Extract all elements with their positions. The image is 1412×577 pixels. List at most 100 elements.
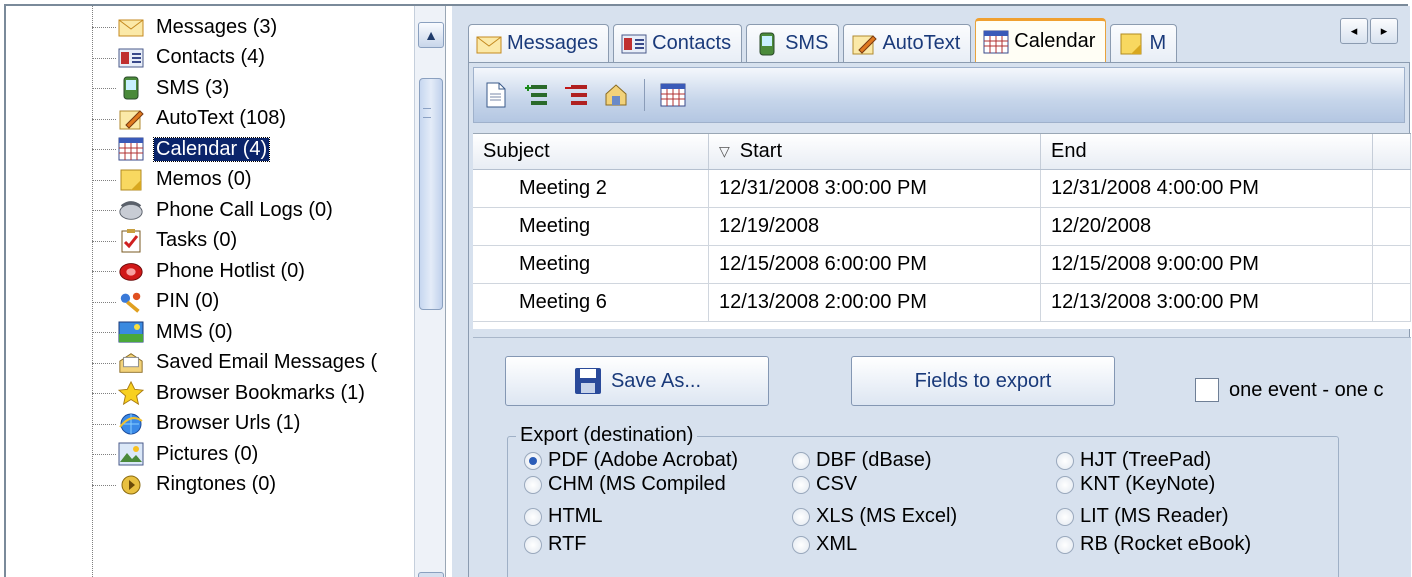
scroll-up-button[interactable]: ▲: [418, 22, 444, 48]
tree-item-label: Pictures (0): [156, 442, 259, 465]
save-as-button[interactable]: Save As...: [505, 356, 769, 406]
table-row[interactable]: Meeting 12/19/2008 12/20/2008: [473, 208, 1411, 246]
column-header-start[interactable]: ▽ Start: [709, 134, 1041, 169]
export-option-rtf[interactable]: RTF: [524, 533, 587, 556]
calendar-icon: [118, 137, 144, 161]
tree-item-label: Saved Email Messages (: [156, 351, 378, 374]
tree-item-label: Messages (3): [156, 15, 278, 38]
export-option-dbf[interactable]: DBF (dBase): [792, 449, 932, 472]
calendar-icon: [982, 30, 1010, 54]
export-option-label: CHM (MS Compiled: [548, 473, 726, 495]
export-option-pdf[interactable]: PDF (Adobe Acrobat): [524, 449, 738, 472]
tree-item-label: PIN (0): [156, 290, 220, 313]
properties-button[interactable]: [602, 80, 630, 110]
add-record-button[interactable]: [522, 80, 550, 110]
export-option-lit[interactable]: LIT (MS Reader): [1056, 505, 1229, 528]
tab-messages[interactable]: Messages: [468, 24, 610, 62]
tab-m[interactable]: M: [1110, 24, 1178, 62]
export-panel: Save As... Fields to export one event - …: [473, 337, 1411, 577]
column-header-subject[interactable]: Subject: [473, 134, 709, 169]
export-option-rb[interactable]: RB (Rocket eBook): [1056, 533, 1251, 556]
cell-subject: Meeting: [473, 246, 709, 283]
tab-label: M: [1149, 32, 1167, 54]
export-destination-group: Export (destination) PDF (Adobe Acrobat)…: [507, 424, 1339, 577]
delete-record-button[interactable]: [562, 80, 590, 110]
export-option-knt[interactable]: KNT (KeyNote): [1056, 473, 1215, 496]
tree-item-messages[interactable]: Messages (3): [6, 12, 414, 43]
tree-item-browser-urls[interactable]: Browser Urls (1): [6, 409, 414, 440]
app-window: Messages (3) Contacts (4) SMS (3) AutoText …: [4, 4, 1411, 577]
tree-item-label: Ringtones (0): [156, 473, 277, 496]
contact-card-icon: [620, 32, 648, 56]
cell-end: 12/31/2008 4:00:00 PM: [1041, 170, 1373, 207]
column-header-end[interactable]: End: [1041, 134, 1373, 169]
cell-subject: Meeting: [473, 208, 709, 245]
tree-item-sms[interactable]: SMS (3): [6, 73, 414, 104]
tree-item-phone-hotlist[interactable]: Phone Hotlist (0): [6, 256, 414, 287]
new-document-button[interactable]: [482, 80, 510, 110]
export-option-csv[interactable]: CSV: [792, 473, 857, 496]
tree-connector: [92, 57, 116, 59]
radio-button-icon: [1056, 451, 1074, 470]
fields-to-export-button[interactable]: Fields to export: [851, 356, 1115, 406]
radio-button-icon: [524, 475, 542, 494]
tab-calendar[interactable]: Calendar: [975, 18, 1107, 62]
device-data-tree: Messages (3) Contacts (4) SMS (3) AutoText …: [6, 6, 446, 577]
export-option-chm[interactable]: CHM (MS Compiled: [524, 473, 726, 496]
tree-list: Messages (3) Contacts (4) SMS (3) AutoText …: [6, 12, 414, 500]
ringtone-icon: [118, 473, 144, 497]
tree-item-browser-bookmarks[interactable]: Browser Bookmarks (1): [6, 378, 414, 409]
hotlist-phone-icon: [118, 259, 144, 283]
table-row[interactable]: Meeting 2 12/31/2008 3:00:00 PM 12/31/2008…: [473, 170, 1411, 208]
tree-item-label: Phone Hotlist (0): [156, 259, 305, 282]
tree-item-label: Browser Urls (1): [156, 412, 301, 435]
tab-scroll-left-button[interactable]: ◂: [1340, 18, 1368, 44]
tree-item-tasks[interactable]: Tasks (0): [6, 226, 414, 257]
tab-label: Contacts: [652, 32, 732, 54]
pencil-note-icon: [118, 107, 144, 131]
tree-item-label: Calendar (4): [152, 136, 271, 162]
main-panel: Messages Contacts SMS AutoText Calendar M ◂ ▸: [452, 6, 1411, 577]
tree-item-memos[interactable]: Memos (0): [6, 165, 414, 196]
telephone-icon: [118, 198, 144, 222]
tree-scrollbar[interactable]: ▲: [414, 6, 445, 577]
cell-filler: [1373, 170, 1411, 207]
tree-item-autotext[interactable]: AutoText (108): [6, 104, 414, 135]
export-option-label: LIT (MS Reader): [1080, 505, 1229, 527]
tree-item-saved-email-messages[interactable]: Saved Email Messages (: [6, 348, 414, 379]
tree-item-ringtones[interactable]: Ringtones (0): [6, 470, 414, 501]
toolbar-separator: [644, 79, 645, 111]
export-option-label: CSV: [816, 473, 858, 495]
tree-item-label: Memos (0): [156, 168, 252, 191]
tree-connector: [92, 454, 116, 456]
tree-item-calendar[interactable]: Calendar (4): [6, 134, 414, 165]
calendar-view-button[interactable]: [659, 80, 687, 110]
tab-scroll-buttons: ◂ ▸: [1340, 18, 1398, 44]
table-row[interactable]: Meeting 12/15/2008 6:00:00 PM 12/15/2008 9…: [473, 246, 1411, 284]
delete-list-icon: [565, 85, 587, 105]
cell-filler: [1373, 208, 1411, 245]
cell-start: 12/13/2008 2:00:00 PM: [709, 284, 1041, 321]
tab-autotext[interactable]: AutoText: [843, 24, 972, 62]
tree-item-pictures[interactable]: Pictures (0): [6, 439, 414, 470]
tab-label: Messages: [507, 32, 599, 54]
tab-sms[interactable]: SMS: [746, 24, 840, 62]
export-option-html[interactable]: HTML: [524, 505, 602, 528]
one-event-checkbox[interactable]: [1195, 378, 1219, 402]
tree-item-contacts[interactable]: Contacts (4): [6, 43, 414, 74]
tab-contacts[interactable]: Contacts: [613, 24, 743, 62]
tree-item-pin[interactable]: PIN (0): [6, 287, 414, 318]
properties-icon: [605, 84, 627, 106]
export-option-xml[interactable]: XML: [792, 533, 857, 556]
export-option-xls[interactable]: XLS (MS Excel): [792, 505, 957, 528]
table-row[interactable]: Meeting 6 12/13/2008 2:00:00 PM 12/13/2008…: [473, 284, 1411, 322]
export-option-hjt[interactable]: HJT (TreePad): [1056, 449, 1211, 472]
export-destination-title: Export (destination): [516, 424, 698, 447]
tree-item-label: Contacts (4): [156, 46, 265, 69]
tree-item-phone-call-logs[interactable]: Phone Call Logs (0): [6, 195, 414, 226]
tree-item-mms[interactable]: MMS (0): [6, 317, 414, 348]
tab-scroll-right-button[interactable]: ▸: [1370, 18, 1398, 44]
cell-end: 12/20/2008: [1041, 208, 1373, 245]
tree-connector: [92, 271, 116, 273]
scroll-down-button[interactable]: [418, 572, 444, 577]
